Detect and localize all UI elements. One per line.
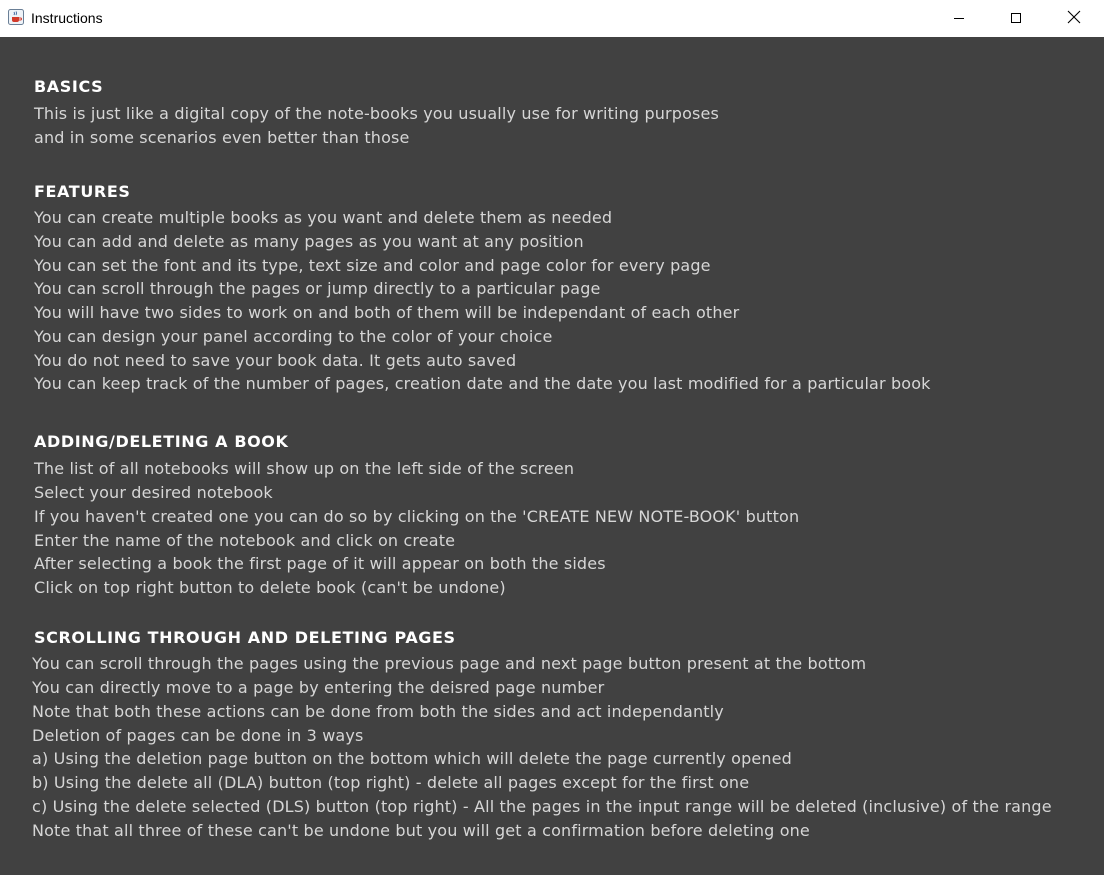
basics-line: This is just like a digital copy of the … bbox=[34, 104, 719, 123]
features-line: You can scroll through the pages or jump… bbox=[34, 279, 601, 298]
window-title: Instructions bbox=[31, 10, 103, 26]
features-line: You can keep track of the number of page… bbox=[34, 374, 931, 393]
adding-book-heading: ADDING/DELETING A BOOK bbox=[34, 432, 289, 451]
scrolling-pages-line: You can scroll through the pages using t… bbox=[32, 654, 867, 673]
features-heading: FEATURES bbox=[34, 182, 131, 201]
features-line: You will have two sides to work on and b… bbox=[34, 303, 740, 322]
java-cup-icon bbox=[8, 9, 24, 25]
basics-heading: BASICS bbox=[34, 77, 104, 96]
scrolling-pages-line: a) Using the deletion page button on the… bbox=[32, 749, 792, 768]
scrolling-pages-heading: SCROLLING THROUGH AND DELETING PAGES bbox=[34, 628, 456, 647]
instructions-content: BASICS This is just like a digital copy … bbox=[0, 37, 1104, 875]
adding-book-line: Click on top right button to delete book… bbox=[34, 578, 506, 597]
features-line: You can set the font and its type, text … bbox=[34, 256, 711, 275]
scrolling-pages-line: Note that both these actions can be done… bbox=[32, 702, 724, 721]
close-button[interactable] bbox=[1045, 0, 1103, 37]
features-line: You can design your panel according to t… bbox=[34, 327, 553, 346]
close-icon bbox=[1067, 9, 1081, 28]
adding-book-line: If you haven't created one you can do so… bbox=[34, 507, 800, 526]
minimize-icon bbox=[953, 9, 965, 28]
adding-book-line: Select your desired notebook bbox=[34, 483, 273, 502]
features-line: You do not need to save your book data. … bbox=[34, 351, 517, 370]
adding-book-line: The list of all notebooks will show up o… bbox=[34, 459, 575, 478]
adding-book-line: After selecting a book the first page of… bbox=[34, 554, 606, 573]
title-bar[interactable]: Instructions bbox=[0, 0, 1104, 37]
minimize-button[interactable] bbox=[930, 0, 988, 37]
scrolling-pages-line: You can directly move to a page by enter… bbox=[32, 678, 605, 697]
basics-line: and in some scenarios even better than t… bbox=[34, 128, 410, 147]
scrolling-pages-line: b) Using the delete all (DLA) button (to… bbox=[32, 773, 750, 792]
scrolling-pages-line: Note that all three of these can't be un… bbox=[32, 821, 810, 840]
features-line: You can add and delete as many pages as … bbox=[34, 232, 584, 251]
maximize-icon bbox=[1010, 9, 1022, 28]
features-line: You can create multiple books as you wan… bbox=[34, 208, 613, 227]
scrolling-pages-line: Deletion of pages can be done in 3 ways bbox=[32, 726, 364, 745]
adding-book-line: Enter the name of the notebook and click… bbox=[34, 531, 456, 550]
instructions-window: Instructions BASICS This is just like a … bbox=[0, 0, 1104, 875]
scrolling-pages-line: c) Using the delete selected (DLS) butto… bbox=[32, 797, 1052, 816]
maximize-button[interactable] bbox=[987, 0, 1045, 37]
